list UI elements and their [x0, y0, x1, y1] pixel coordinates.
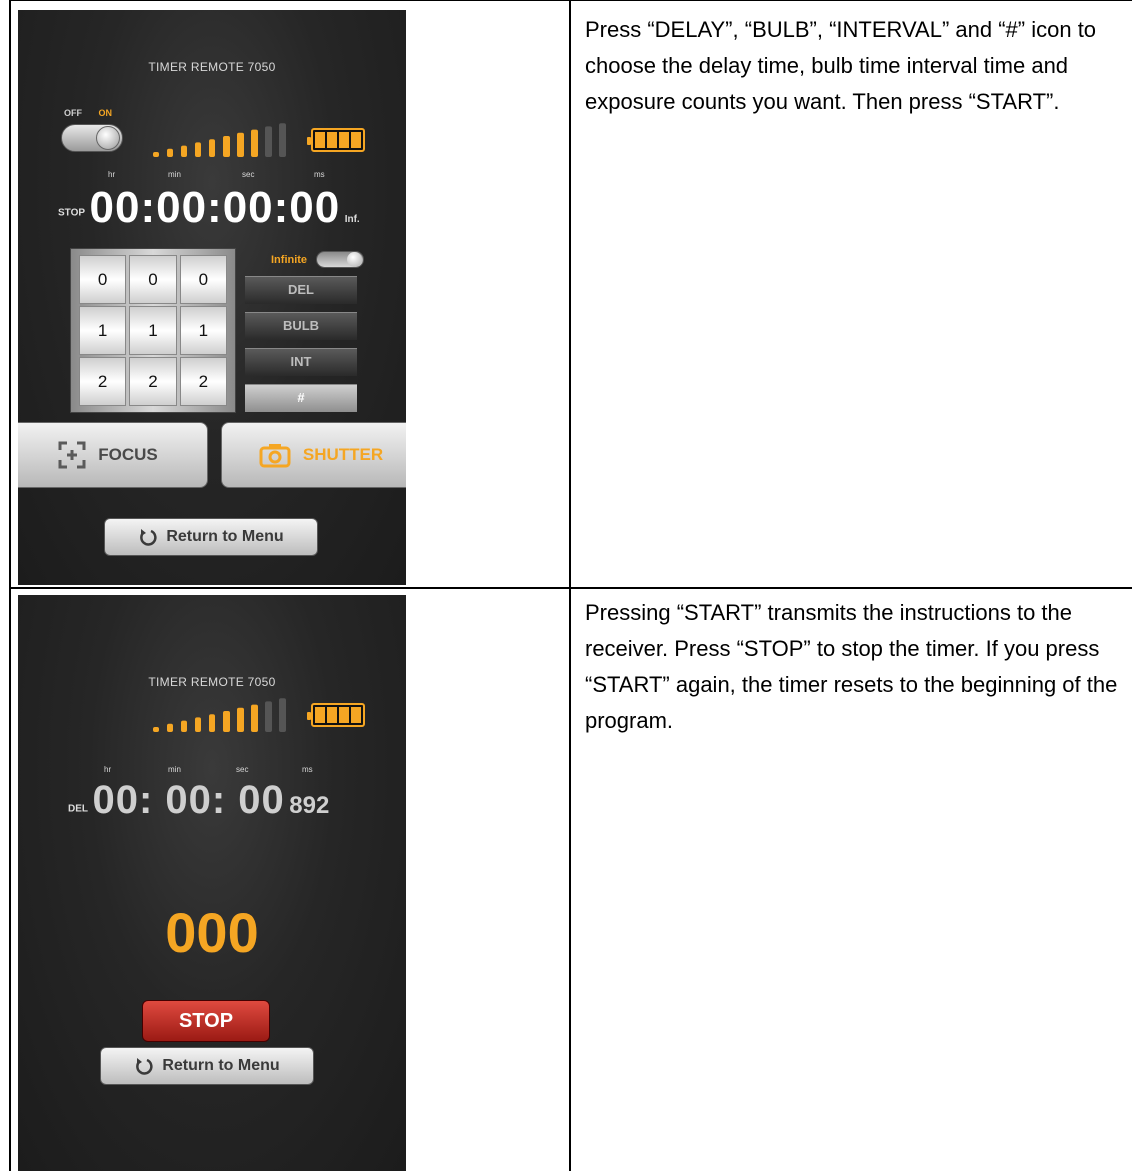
wheel-digit: 2: [79, 357, 127, 406]
ms-value: 892: [289, 792, 330, 819]
signal-bar: [195, 717, 201, 732]
signal-bar: [265, 126, 272, 157]
unit-label-ms: ms: [314, 170, 325, 179]
count-button[interactable]: #: [245, 384, 357, 412]
refresh-icon: [140, 529, 157, 546]
signal-bar: [237, 707, 244, 732]
delay-button[interactable]: DEL: [245, 276, 357, 304]
unit-label-hr: hr: [104, 765, 112, 774]
signal-strength-icon: [153, 698, 286, 732]
mode-label: STOP: [58, 207, 86, 219]
battery-cell: [327, 707, 337, 723]
number-wheel-picker[interactable]: 0 1 2 0 1 2 0 1 2: [70, 248, 236, 413]
time-display: STOP 00:00:00:00 Inf.: [58, 183, 360, 233]
battery-cell: [315, 707, 325, 723]
row2-description: Pressing “START” transmits the instructi…: [585, 600, 1118, 733]
row1-description: Press “DELAY”, “BULB”, “INTERVAL” and “#…: [585, 17, 1097, 114]
signal-bar: [223, 711, 230, 732]
wheel-tens[interactable]: 0 1 2: [129, 255, 177, 406]
return-to-menu-label: Return to Menu: [162, 1057, 280, 1074]
signal-bar: [153, 152, 159, 157]
battery-cell: [315, 132, 325, 148]
signal-bar: [265, 701, 272, 732]
unit-label-sec: sec: [242, 170, 255, 179]
signal-bar: [209, 714, 215, 732]
mode-label: DEL: [68, 803, 88, 815]
wheel-digit: 1: [179, 306, 227, 355]
signal-bar: [279, 123, 286, 157]
wheel-digit: 0: [79, 255, 127, 304]
unit-label-sec: sec: [236, 765, 249, 774]
power-off-label: OFF: [64, 108, 82, 118]
return-to-menu-label: Return to Menu: [166, 528, 284, 545]
wheel-digit: 1: [129, 306, 177, 355]
power-on-label: ON: [98, 108, 113, 118]
signal-bar: [251, 129, 258, 157]
camera-icon: [259, 444, 291, 468]
wheel-digit: 1: [79, 306, 127, 355]
app-title: TIMER REMOTE 7050: [148, 60, 276, 74]
signal-bar: [209, 139, 215, 157]
unit-label-ms: ms: [302, 765, 313, 774]
shutter-button[interactable]: SHUTTER: [221, 422, 406, 488]
unit-label-hr: hr: [108, 170, 116, 179]
battery-icon: [307, 128, 365, 152]
wheel-ones[interactable]: 0 1 2: [179, 255, 227, 406]
time-value: 00:00:00:00: [89, 183, 341, 232]
unit-label-min: min: [168, 170, 181, 179]
signal-bar: [279, 698, 286, 732]
battery-cell: [339, 707, 349, 723]
time-value: 00: 00: 00: [92, 778, 285, 822]
power-toggle[interactable]: [61, 124, 123, 152]
timer-setup-screen: TIMER REMOTE 7050 OFF ON hr min sec ms S…: [18, 10, 406, 585]
power-labels: OFF ON: [64, 108, 112, 118]
signal-bar: [167, 148, 173, 157]
focus-button[interactable]: FOCUS: [18, 422, 208, 488]
exposure-counter: 000: [165, 901, 259, 964]
signal-strength-icon: [153, 123, 286, 157]
timer-running-screen: TIMER REMOTE 7050 hr min sec ms DEL 00: …: [18, 595, 406, 1171]
unit-label-min: min: [168, 765, 181, 774]
return-to-menu-button[interactable]: Return to Menu: [104, 518, 318, 556]
signal-bar: [237, 132, 244, 157]
signal-bar: [181, 145, 187, 157]
stop-button[interactable]: STOP: [142, 1000, 270, 1042]
infinite-toggle[interactable]: [316, 251, 364, 268]
signal-bar: [167, 723, 173, 732]
wheel-digit: 2: [129, 357, 177, 406]
signal-bar: [195, 142, 201, 157]
battery-cell: [339, 132, 349, 148]
signal-bar: [251, 704, 258, 732]
battery-cell: [351, 707, 361, 723]
battery-cell: [351, 132, 361, 148]
interval-button[interactable]: INT: [245, 348, 357, 376]
infinite-label: Infinite: [271, 254, 308, 266]
focus-label: FOCUS: [98, 445, 158, 464]
focus-icon: [58, 441, 86, 469]
return-to-menu-button[interactable]: Return to Menu: [100, 1047, 314, 1085]
battery-cell: [327, 132, 337, 148]
bulb-button[interactable]: BULB: [245, 312, 357, 340]
wheel-digit: 2: [179, 357, 227, 406]
battery-icon: [307, 703, 365, 727]
row-divider: [9, 587, 1132, 589]
wheel-digit: 0: [129, 255, 177, 304]
shutter-label: SHUTTER: [302, 445, 384, 464]
inf-label: Inf.: [344, 214, 360, 225]
time-display: DEL 00: 00: 00 892: [68, 778, 329, 823]
signal-bar: [153, 727, 159, 732]
column-divider: [569, 0, 571, 1171]
signal-bar: [223, 136, 230, 157]
app-title: TIMER REMOTE 7050: [148, 675, 276, 689]
toggle-knob: [347, 252, 362, 267]
wheel-digit: 0: [179, 255, 227, 304]
toggle-knob: [96, 126, 120, 150]
wheel-hundreds[interactable]: 0 1 2: [79, 255, 127, 406]
signal-bar: [181, 720, 187, 732]
refresh-icon: [136, 1058, 153, 1075]
